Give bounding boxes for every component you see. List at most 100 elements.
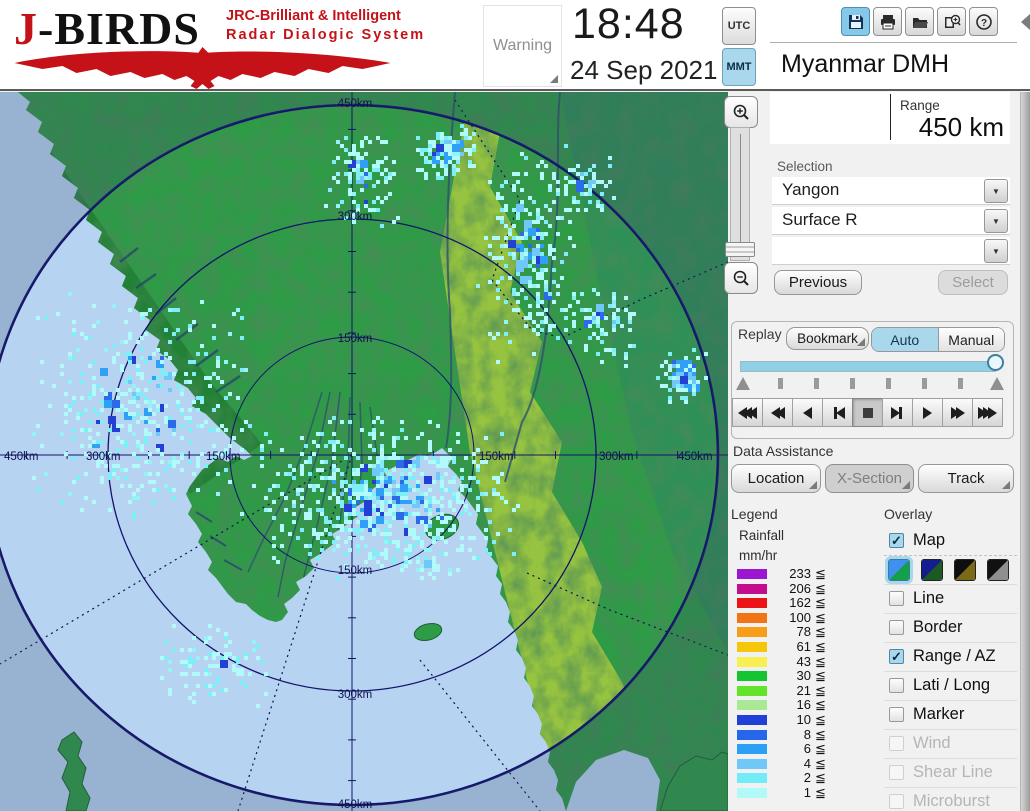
legend-operator: ≦	[815, 755, 826, 771]
legend-value: 6	[803, 741, 811, 757]
bookmark-button[interactable]: Bookmark	[786, 327, 869, 350]
legend-color-swatch	[737, 671, 767, 682]
checkbox-wind[interactable]	[889, 736, 904, 751]
chevron-down-icon[interactable]: ▼	[984, 209, 1008, 233]
dropdown-extra[interactable]: ▼	[772, 237, 1010, 265]
overlay-item-label: Lati / Long	[913, 676, 991, 694]
replay-slider-track[interactable]	[740, 361, 996, 372]
legend-operator: ≦	[815, 595, 826, 611]
overlay-item-label: Border	[913, 618, 963, 636]
slider-end-marker[interactable]	[990, 377, 1004, 390]
chevron-down-icon[interactable]: ▼	[984, 239, 1008, 263]
replay-mode-auto[interactable]: Auto	[872, 328, 938, 351]
map-style-row	[884, 556, 1017, 585]
slider-start-marker[interactable]	[736, 377, 750, 390]
capture-button[interactable]	[937, 7, 966, 36]
slider-tick	[814, 378, 819, 389]
checkbox-marker[interactable]	[889, 707, 904, 722]
panel-collapse-icon[interactable]	[1021, 14, 1030, 30]
overlay-row-map[interactable]: ✓ Map	[884, 527, 1017, 556]
map-style-swatch-2[interactable]	[921, 559, 943, 581]
rewind-fast-button[interactable]	[732, 398, 763, 427]
checkbox-range-az[interactable]: ✓	[889, 649, 904, 664]
checkbox-border[interactable]	[889, 620, 904, 635]
forward-button[interactable]	[942, 398, 973, 427]
warning-label: Warning	[493, 37, 552, 54]
overlay-options: ✓ Map Line Border ✓ Range / AZ Lati / Long Mark…	[884, 527, 1017, 811]
legend-color-swatch	[737, 685, 767, 696]
warning-button[interactable]: Warning	[483, 5, 562, 87]
open-folder-button[interactable]	[905, 7, 934, 36]
radar-map-view[interactable]: 450km 300km 150km 150km 300km 450km 450km 300km…	[0, 92, 758, 811]
play-back-icon	[803, 406, 812, 419]
zoom-slider-track[interactable]	[730, 127, 750, 261]
forward-fast-icon	[988, 406, 997, 419]
forward-fast-button[interactable]	[972, 398, 1003, 427]
help-button[interactable]: ?	[969, 7, 998, 36]
track-button[interactable]: Track	[918, 464, 1014, 493]
previous-button[interactable]: Previous	[774, 270, 862, 295]
step-back-button[interactable]	[822, 398, 853, 427]
replay-mode-manual[interactable]: Manual	[937, 328, 1004, 351]
timezone-utc-button[interactable]: UTC	[722, 7, 756, 45]
overlay-row-shear-line[interactable]: Shear Line	[884, 759, 1017, 788]
checkbox-lati-long[interactable]	[889, 678, 904, 693]
clock-time: 18:48	[572, 0, 685, 48]
overlay-row-lati-long[interactable]: Lati / Long	[884, 672, 1017, 701]
dropdown-site[interactable]: Yangon ▼	[772, 177, 1010, 205]
logo-tagline-1: JRC-Brilliant & Intelligent	[226, 8, 401, 24]
overlay-row-wind[interactable]: Wind	[884, 730, 1017, 759]
legend-value: 4	[803, 755, 811, 771]
dropdown-product[interactable]: Surface R ▼	[772, 207, 1010, 235]
replay-panel: Replay Bookmark Auto Manual	[731, 321, 1014, 439]
checkbox-line[interactable]	[889, 591, 904, 606]
legend-value: 21	[796, 682, 811, 698]
checkbox-map[interactable]: ✓	[889, 533, 904, 548]
checkbox-microburst[interactable]	[889, 794, 904, 809]
panel-edge-strip[interactable]	[1020, 92, 1030, 811]
legend-value: 8	[803, 726, 811, 742]
zoom-in-icon	[733, 104, 749, 120]
print-button[interactable]	[873, 7, 902, 36]
timezone-mmt-button[interactable]: MMT	[722, 48, 756, 86]
map-style-swatch-1[interactable]	[888, 559, 910, 581]
play-back-button[interactable]	[792, 398, 823, 427]
transport-controls	[732, 398, 1003, 427]
zoom-slider-handle[interactable]	[725, 242, 755, 257]
step-forward-button[interactable]	[882, 398, 913, 427]
location-button[interactable]: Location	[731, 464, 821, 493]
rewind-icon	[775, 406, 785, 419]
checkbox-shear-line[interactable]	[889, 765, 904, 780]
x-section-button[interactable]: X-Section	[825, 464, 914, 493]
map-style-swatch-3[interactable]	[954, 559, 976, 581]
map-style-swatch-4[interactable]	[987, 559, 1009, 581]
stop-button[interactable]	[852, 398, 883, 427]
zoom-out-icon	[733, 270, 749, 286]
legend-label: Legend	[731, 506, 778, 522]
replay-slider-handle[interactable]	[987, 354, 1004, 371]
slider-tick	[886, 378, 891, 389]
chevron-down-icon[interactable]: ▼	[984, 179, 1008, 203]
ring-label: 450km	[4, 451, 39, 463]
selection-label: Selection	[777, 159, 833, 174]
legend-color-swatch	[737, 744, 767, 755]
overlay-row-range-az[interactable]: ✓ Range / AZ	[884, 643, 1017, 672]
rewind-button[interactable]	[762, 398, 793, 427]
slider-tick	[778, 378, 783, 389]
legend-color-swatch	[737, 758, 767, 769]
zoom-in-button[interactable]	[724, 96, 758, 128]
legend-scale: 233 ≦ 206 ≦ 162 ≦ 100 ≦ 78 ≦ 61 ≦ 43 ≦ 30 ≦ 21 ≦ 16 ≦ 10 ≦ 8 ≦ 6…	[731, 566, 841, 811]
overlay-row-line[interactable]: Line	[884, 585, 1017, 614]
legend-value: 2	[803, 770, 811, 786]
zoom-out-button[interactable]	[724, 262, 758, 294]
button-label: Location	[747, 470, 805, 487]
legend-operator: ≦	[815, 697, 826, 713]
overlay-row-marker[interactable]: Marker	[884, 701, 1017, 730]
play-button[interactable]	[912, 398, 943, 427]
select-button[interactable]: Select	[938, 270, 1008, 295]
overlay-row-border[interactable]: Border	[884, 614, 1017, 643]
legend-color-swatch	[737, 729, 767, 740]
save-button[interactable]	[841, 7, 870, 36]
jbirds-logo: J-BIRDS JRC-Brilliant & Intelligent Rada…	[10, 2, 423, 90]
overlay-row-microburst[interactable]: Microburst	[884, 788, 1017, 811]
